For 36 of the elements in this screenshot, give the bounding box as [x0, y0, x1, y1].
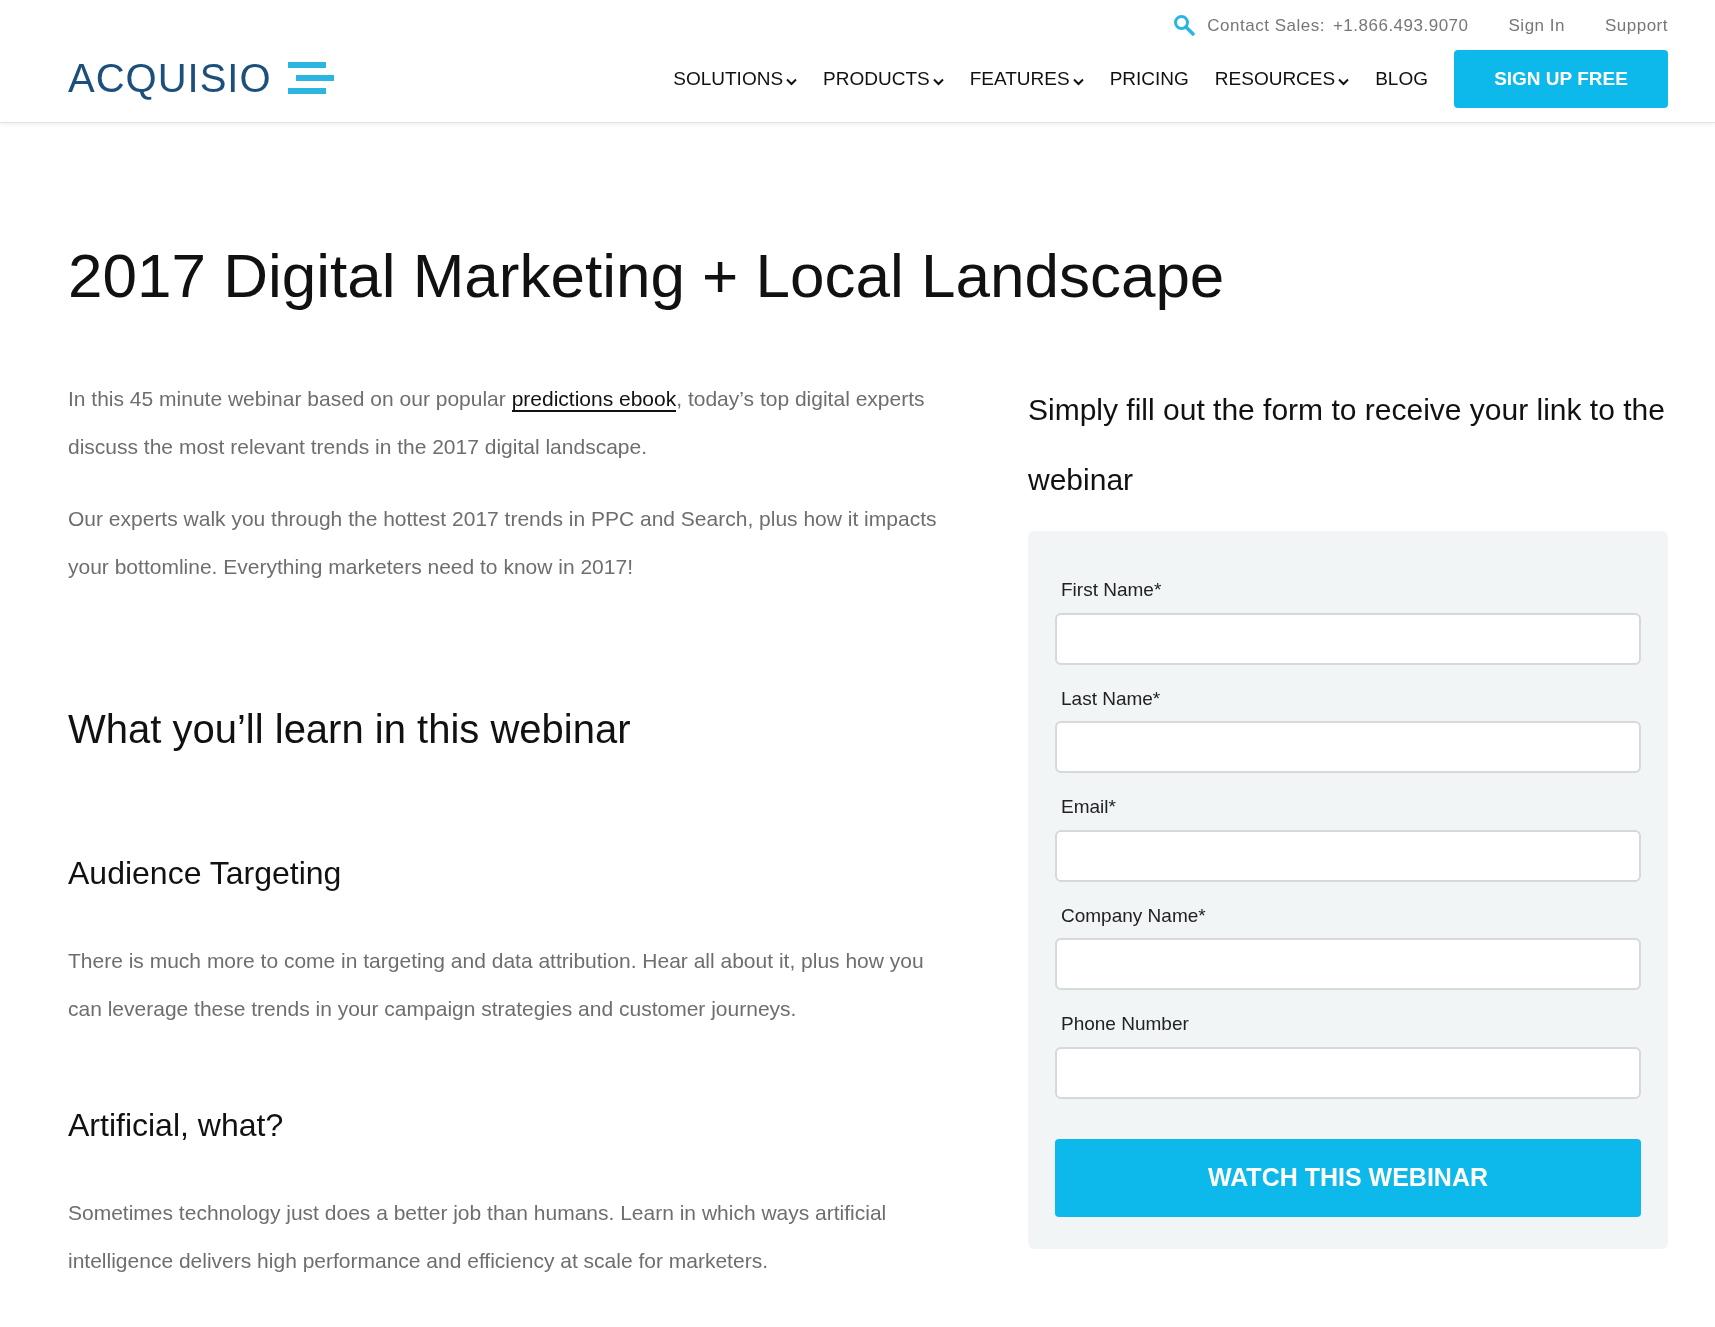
- section-paragraph: Sometimes technology just does a better job than humans. Learn in which ways artificial intelligence delivers high performance and efficiency at scale for marketers.: [68, 1200, 888, 1274]
- intro-paragraph: In this 45 minute webinar based on our popular predictions ebook, today’s top digital experts discuss the most relevant trends in the 2017 digital landscape.: [68, 386, 926, 460]
- form-heading: Simply fill out the form to receive your link to the webinar: [1028, 392, 1666, 498]
- nav-link[interactable]: FEATURES: [969, 64, 1084, 94]
- input-field[interactable]: [1055, 829, 1641, 882]
- field-label: Phone Number: [1061, 1012, 1190, 1036]
- subsection-heading: Audience Targeting: [68, 854, 343, 893]
- contact-label: Contact Sales:: [1207, 14, 1325, 37]
- logo-wordmark[interactable]: ACQUISIO: [68, 58, 272, 98]
- phone-link[interactable]: +1.866.493.9070: [1332, 12, 1469, 38]
- top-link[interactable]: Sign In: [1508, 12, 1565, 38]
- input-field[interactable]: [1055, 721, 1641, 773]
- chevron-down-icon: [786, 78, 798, 86]
- nav-link[interactable]: PRICING: [1109, 64, 1189, 94]
- field-label: Email*: [1061, 795, 1117, 819]
- input-field[interactable]: [1055, 938, 1641, 990]
- input-field[interactable]: [1055, 612, 1641, 665]
- top-link[interactable]: Support: [1604, 12, 1668, 38]
- field-label: First Name*: [1061, 578, 1163, 602]
- chevron-down-icon: [1338, 78, 1350, 86]
- section-heading: What you’ll learn in this webinar: [68, 706, 632, 753]
- subsection-heading: Artificial, what?: [68, 1106, 285, 1145]
- nav-link[interactable]: RESOURCES: [1214, 64, 1350, 94]
- chevron-down-icon: [1072, 78, 1084, 86]
- field-label: Last Name*: [1061, 686, 1162, 711]
- nav-link[interactable]: PRODUCTS: [823, 64, 944, 94]
- section-paragraph: There is much more to come in targeting and data attribution. Hear all about it, plus how you can leverage these trends in your campaign strategies and customer journeys.: [68, 948, 925, 1022]
- intro-paragraph: Our experts walk you through the hottest 2017 trends in PPC and Search, plus how it impacts your bottomline. Everything marketers need to know in 2017!: [68, 506, 938, 580]
- logo-icon: [287, 62, 334, 94]
- input-field[interactable]: [1055, 1046, 1641, 1099]
- chevron-down-icon: [932, 78, 944, 86]
- nav-link[interactable]: BLOG: [1375, 64, 1428, 94]
- field-label: Company Name*: [1061, 903, 1207, 928]
- ebook-link[interactable]: predictions ebook: [511, 387, 677, 412]
- nav-link[interactable]: SOLUTIONS: [673, 64, 798, 94]
- search-icon[interactable]: [1173, 14, 1196, 37]
